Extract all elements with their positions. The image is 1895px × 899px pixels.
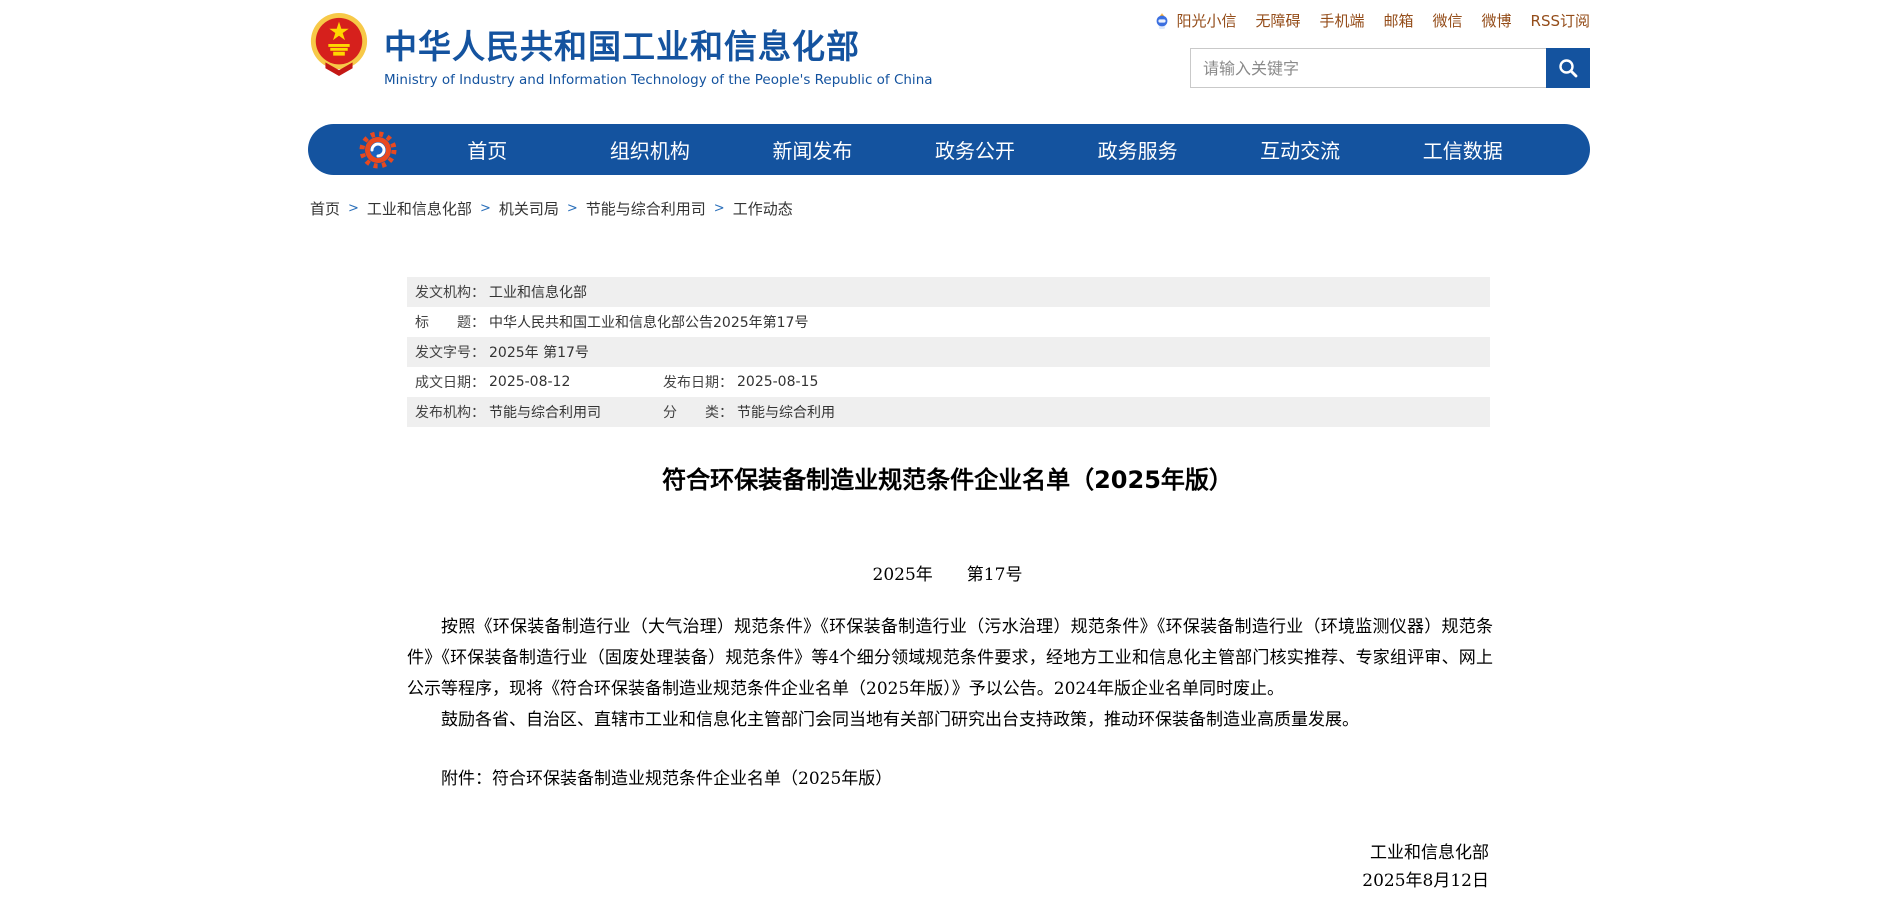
main-nav: 首页 组织机构 新闻发布 政务公开 政务服务 互动交流 工信数据 [308,124,1590,175]
top-link-label: 微信 [1433,10,1463,31]
article-signature: 工业和信息化部 2025年8月12日 [407,839,1493,895]
meta-value: 节能与综合利用 [737,402,835,422]
meta-row-dates: 成文日期： 2025-08-12 发布日期： 2025-08-15 [407,367,1490,397]
top-link-label: 阳光小信 [1176,10,1236,31]
search-box [1190,48,1590,88]
breadcrumb-miit[interactable]: 工业和信息化部 [367,198,472,219]
top-link-label: RSS订阅 [1531,10,1590,31]
top-link-rss[interactable]: RSS订阅 [1531,10,1590,31]
breadcrumb-departments[interactable]: 机关司局 [499,198,559,219]
breadcrumb-separator: > [480,201,491,216]
signature-org: 工业和信息化部 [407,839,1489,867]
article-body: 按照《环保装备制造行业（大气治理）规范条件》《环保装备制造行业（污水治理）规范条… [407,612,1493,895]
top-link-label: 邮箱 [1383,10,1413,31]
nav-item-gov-disclosure[interactable]: 政务公开 [894,135,1057,164]
nav-item-news[interactable]: 新闻发布 [731,135,894,164]
top-link-mail[interactable]: 邮箱 [1383,10,1413,31]
search-input[interactable] [1190,48,1546,88]
nav-item-interaction[interactable]: 互动交流 [1219,135,1382,164]
nav-item-gov-services[interactable]: 政务服务 [1056,135,1219,164]
top-link-label: 微博 [1482,10,1512,31]
site-subtitle: Ministry of Industry and Information Tec… [384,72,933,88]
meta-label: 发文字号： [415,342,485,362]
breadcrumb: 首页 > 工业和信息化部 > 机关司局 > 节能与综合利用司 > 工作动态 [310,198,793,219]
breadcrumb-separator: > [714,201,725,216]
site-header: 中华人民共和国工业和信息化部 Ministry of Industry and … [308,0,1590,100]
article-issue-number: 2025年 第17号 [0,560,1895,585]
breadcrumb-energy-dept[interactable]: 节能与综合利用司 [586,198,706,219]
top-link-mobile[interactable]: 手机端 [1319,10,1364,31]
meta-row-issuing-body: 发文机构： 工业和信息化部 [407,277,1490,307]
meta-label: 发布机构： [415,402,485,422]
top-utility-links: 阳光小信 无障碍 手机端 邮箱 微信 微博 RSS订阅 [1153,10,1590,31]
meta-row-doc-number: 发文字号： 2025年 第17号 [407,337,1490,367]
national-emblem-icon [308,12,370,76]
attachment-link[interactable]: 附件：符合环保装备制造业规范条件企业名单（2025年版） [407,764,1493,795]
meta-label: 成文日期： [415,372,485,392]
robot-icon [1153,12,1171,30]
meta-value: 中华人民共和国工业和信息化部公告2025年第17号 [489,312,808,332]
top-link-wechat[interactable]: 微信 [1433,10,1463,31]
meta-label: 分 类： [663,402,733,422]
meta-row-title: 标 题： 中华人民共和国工业和信息化部公告2025年第17号 [407,307,1490,337]
meta-pair-category: 分 类： 节能与综合利用 [663,402,835,422]
meta-value: 工业和信息化部 [489,282,587,302]
document-meta-table: 发文机构： 工业和信息化部 标 题： 中华人民共和国工业和信息化部公告2025年… [407,277,1490,427]
meta-value: 节能与综合利用司 [489,402,601,422]
breadcrumb-separator: > [348,201,359,216]
breadcrumb-work-updates[interactable]: 工作动态 [733,198,793,219]
site-title-block: 中华人民共和国工业和信息化部 Ministry of Industry and … [384,20,933,88]
meta-pair-publish-date: 发布日期： 2025-08-15 [663,372,818,392]
site-title: 中华人民共和国工业和信息化部 [384,20,933,68]
breadcrumb-home[interactable]: 首页 [310,198,340,219]
search-icon [1557,57,1579,79]
article-paragraph: 按照《环保装备制造行业（大气治理）规范条件》《环保装备制造行业（污水治理）规范条… [407,612,1493,705]
article-paragraph: 鼓励各省、自治区、直辖市工业和信息化主管部门会同当地有关部门研究出台支持政策，推… [407,705,1493,736]
miit-logo-icon [356,128,400,172]
meta-value: 2025-08-15 [737,374,818,390]
top-link-weibo[interactable]: 微博 [1482,10,1512,31]
top-link-yangguangxiaoxin[interactable]: 阳光小信 [1153,10,1236,31]
breadcrumb-separator: > [567,201,578,216]
meta-label: 标 题： [415,312,485,332]
meta-row-publisher: 发布机构： 节能与综合利用司 分 类： 节能与综合利用 [407,397,1490,427]
top-link-label: 手机端 [1319,10,1364,31]
meta-value: 2025-08-12 [489,374,570,390]
nav-item-organization[interactable]: 组织机构 [569,135,732,164]
article-title: 符合环保装备制造业规范条件企业名单（2025年版） [0,460,1895,495]
meta-label: 发文机构： [415,282,485,302]
top-link-label: 无障碍 [1255,10,1300,31]
signature-date: 2025年8月12日 [407,867,1489,895]
top-link-accessibility[interactable]: 无障碍 [1255,10,1300,31]
meta-value: 2025年 第17号 [489,342,589,362]
nav-item-home[interactable]: 首页 [406,135,569,164]
search-button[interactable] [1546,48,1590,88]
meta-label: 发布日期： [663,372,733,392]
nav-item-miit-data[interactable]: 工信数据 [1381,135,1544,164]
